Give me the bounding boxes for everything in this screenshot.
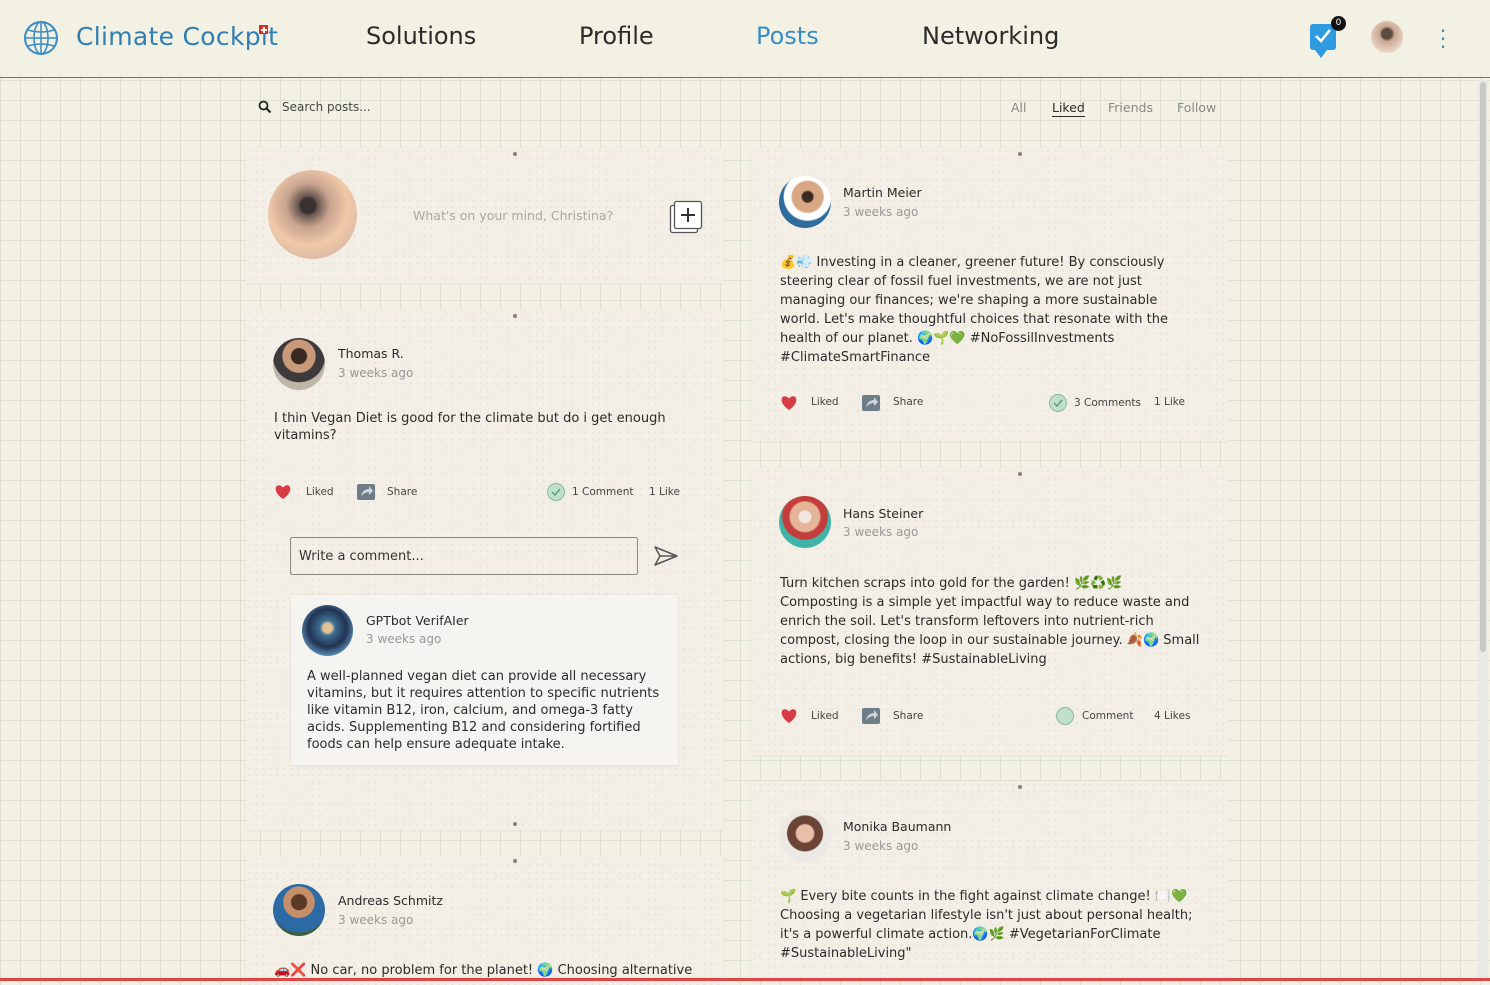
post-time: 3 weeks ago (338, 366, 414, 380)
post-text: 💰💨 Investing in a cleaner, greener futur… (780, 255, 1168, 365)
comment-button[interactable]: Comment (1082, 710, 1133, 722)
search-icon[interactable] (258, 100, 272, 114)
comment-count[interactable]: 1 Comment (572, 486, 633, 498)
post-text: I thin Vegan Diet is good for the climat… (274, 411, 666, 443)
pin-icon (513, 859, 517, 863)
post-text: 🌱 Every bite counts in the fight against… (780, 889, 1193, 961)
share-icon[interactable] (356, 482, 376, 502)
pin-icon (513, 314, 517, 318)
author-avatar[interactable] (273, 884, 325, 936)
post-composer-card: What's on your mind, Christina? (246, 148, 724, 283)
reply-text: A well-planned vegan diet can provide al… (307, 669, 660, 752)
share-button[interactable]: Share (893, 396, 923, 408)
user-avatar[interactable] (1371, 21, 1403, 53)
nav-posts[interactable]: Posts (756, 22, 819, 50)
comment-icon[interactable] (546, 482, 566, 502)
author-name[interactable]: Andreas Schmitz (338, 893, 443, 908)
composer-prompt[interactable]: What's on your mind, Christina? (413, 208, 613, 223)
nav-profile[interactable]: Profile (579, 22, 654, 50)
like-count: 4 Likes (1154, 710, 1191, 722)
add-post-icon[interactable] (669, 200, 703, 234)
post-time: 3 weeks ago (843, 525, 919, 539)
share-icon[interactable] (861, 393, 881, 413)
comment-icon[interactable] (1048, 393, 1068, 413)
nav-networking[interactable]: Networking (922, 22, 1059, 50)
post-time: 3 weeks ago (843, 839, 919, 853)
more-options-icon[interactable]: · · · (1437, 21, 1449, 57)
author-avatar[interactable] (273, 338, 325, 390)
send-icon[interactable] (653, 545, 679, 567)
like-button[interactable]: Liked (306, 486, 334, 498)
pin-icon (513, 822, 517, 826)
author-name[interactable]: Hans Steiner (843, 506, 923, 521)
heart-icon[interactable] (780, 395, 798, 411)
nav-solutions[interactable]: Solutions (366, 22, 476, 50)
author-name[interactable]: Monika Baumann (843, 819, 951, 834)
search-input[interactable] (282, 98, 482, 116)
author-avatar[interactable] (779, 176, 831, 228)
reply-time: 3 weeks ago (366, 632, 442, 646)
like-button[interactable]: Liked (811, 710, 839, 722)
post-text: Turn kitchen scraps into gold for the ga… (780, 576, 1200, 667)
filter-all[interactable]: All (1011, 100, 1027, 115)
pin-icon (1018, 785, 1022, 789)
brand-name[interactable]: Climate Cockpit (76, 22, 278, 51)
post-time: 3 weeks ago (338, 913, 414, 927)
swiss-flag-icon (259, 25, 268, 34)
filter-friends[interactable]: Friends (1108, 100, 1153, 115)
pin-icon (513, 152, 517, 156)
filter-liked[interactable]: Liked (1052, 100, 1085, 117)
pin-icon (1018, 472, 1022, 476)
comment-icon[interactable] (1055, 706, 1075, 726)
pin-icon (1018, 152, 1022, 156)
share-icon[interactable] (861, 706, 881, 726)
reply-author-avatar[interactable] (302, 605, 353, 656)
author-avatar[interactable] (779, 496, 831, 548)
like-count: 1 Like (649, 486, 680, 498)
comment-input[interactable] (290, 537, 638, 575)
like-count: 1 Like (1154, 396, 1185, 408)
reply-author-name[interactable]: GPTbot VerifAIer (366, 613, 469, 628)
heart-icon[interactable] (780, 708, 798, 724)
author-name[interactable]: Thomas R. (338, 346, 404, 361)
top-navigation-bar: Climate Cockpit Solutions Profile Posts … (0, 0, 1490, 78)
notification-badge: 0 (1331, 16, 1346, 31)
like-button[interactable]: Liked (811, 396, 839, 408)
globe-logo-icon[interactable] (22, 19, 60, 57)
author-avatar[interactable] (779, 810, 831, 862)
heart-icon[interactable] (274, 484, 292, 500)
composer-avatar (268, 170, 357, 259)
share-button[interactable]: Share (387, 486, 417, 498)
post-time: 3 weeks ago (843, 205, 919, 219)
author-name[interactable]: Martin Meier (843, 185, 922, 200)
scrollbar-thumb[interactable] (1480, 82, 1486, 652)
share-button[interactable]: Share (893, 710, 923, 722)
comment-count[interactable]: 3 Comments (1074, 397, 1141, 409)
filter-follow[interactable]: Follow (1177, 100, 1216, 115)
